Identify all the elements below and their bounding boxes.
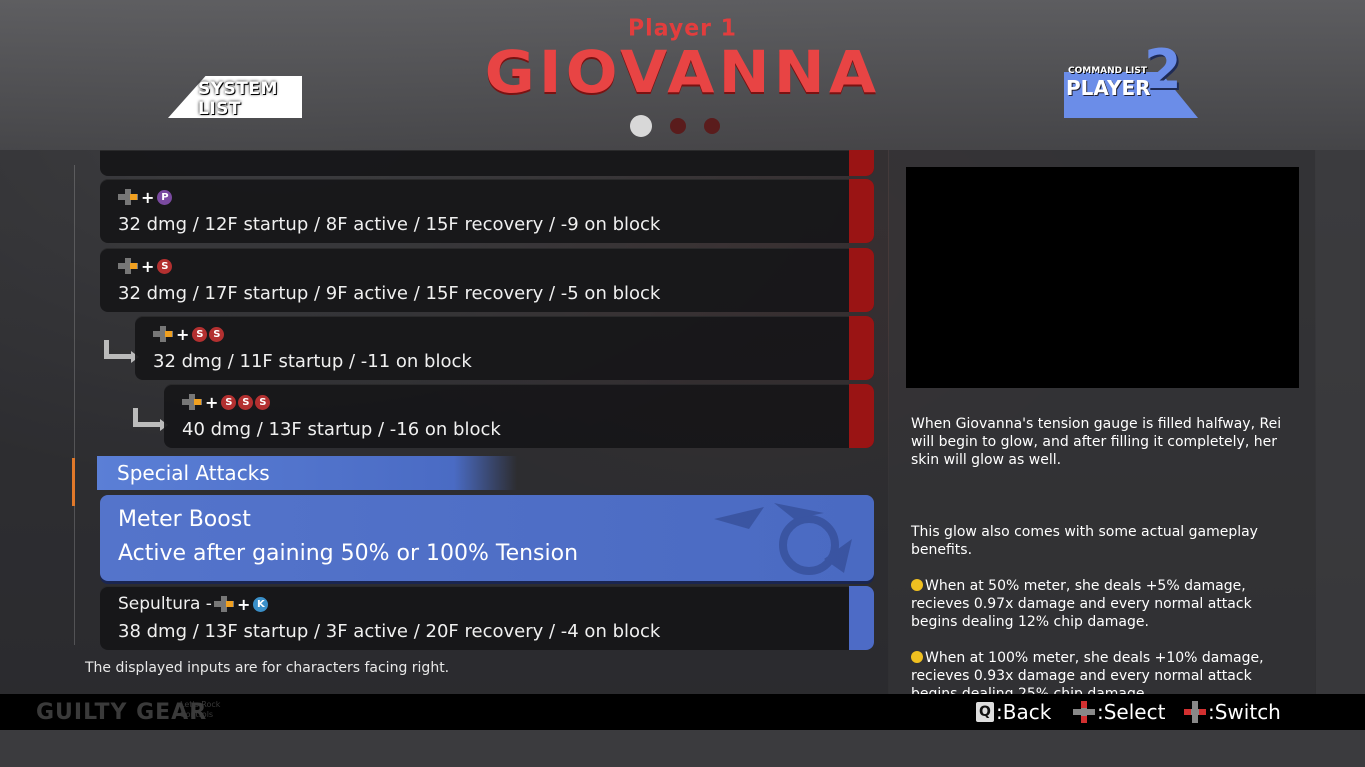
description-bullet-1: When at 50% meter, she deals +5% damage,… bbox=[911, 578, 1252, 630]
slash-button-icon: S bbox=[238, 394, 254, 410]
selected-move-row[interactable]: Meter Boost Active after gaining 50% or … bbox=[100, 495, 874, 581]
dpad-forward-icon bbox=[182, 394, 202, 410]
tension-coin-icon bbox=[911, 651, 923, 663]
row-bar bbox=[849, 248, 874, 312]
move-preview-video bbox=[906, 167, 1299, 388]
move-stats: 38 dmg / 13F startup / 3F active / 20F r… bbox=[118, 621, 661, 642]
q-key-icon: Q bbox=[976, 702, 994, 722]
tension-coin-icon bbox=[911, 579, 923, 591]
move-inputs: + S S bbox=[153, 324, 225, 344]
move-stats: 40 dmg / 13F startup / -16 on block bbox=[182, 419, 501, 440]
move-description: When Giovanna's tension gauge is filled … bbox=[911, 397, 1291, 721]
plus-icon: + bbox=[176, 324, 190, 344]
dpad-horizontal-icon bbox=[1184, 701, 1206, 723]
section-marker bbox=[72, 458, 75, 506]
move-row[interactable]: + S 32 dmg / 17F startup / 9F active / 1… bbox=[100, 248, 874, 312]
move-inputs: Sepultura - + K bbox=[118, 594, 269, 614]
facing-note: The displayed inputs are for characters … bbox=[85, 660, 450, 676]
move-stats: 32 dmg / 11F startup / -11 on block bbox=[153, 351, 472, 372]
description-paragraph-2: This glow also comes with some actual ga… bbox=[911, 524, 1258, 558]
move-inputs: + P bbox=[118, 187, 173, 207]
logo-sub-line-1: Let's Rock bbox=[180, 700, 221, 709]
dpad-vertical-icon bbox=[1073, 701, 1095, 723]
move-row[interactable]: + P 32 dmg / 12F startup / 8F active / 1… bbox=[100, 179, 874, 243]
right-edge bbox=[1316, 150, 1365, 694]
slash-button-icon: S bbox=[192, 326, 208, 342]
plus-icon: + bbox=[141, 256, 155, 276]
move-row[interactable]: + S S S 40 dmg / 13F startup / -16 on bl… bbox=[164, 384, 874, 448]
page-dot-3[interactable] bbox=[704, 118, 720, 134]
selected-move-title: Meter Boost bbox=[118, 507, 251, 532]
dpad-forward-icon bbox=[153, 326, 173, 342]
plus-icon: + bbox=[205, 392, 219, 412]
move-row[interactable]: + S S 32 dmg / 11F startup / -11 on bloc… bbox=[135, 316, 874, 380]
kick-button-icon: K bbox=[253, 596, 269, 612]
row-bar bbox=[849, 150, 874, 176]
command-list-player-label: PLAYER bbox=[1066, 76, 1151, 100]
page-indicator bbox=[630, 115, 720, 137]
row-bar bbox=[849, 179, 874, 243]
selected-move-subtitle: Active after gaining 50% or 100% Tension bbox=[118, 541, 579, 566]
system-list-tab[interactable]: SYSTEM LIST bbox=[168, 76, 302, 119]
emblem-icon bbox=[714, 503, 852, 575]
dpad-forward-icon bbox=[118, 189, 138, 205]
move-inputs: + S bbox=[118, 256, 173, 276]
slash-button-icon: S bbox=[221, 394, 237, 410]
dpad-forward-icon bbox=[118, 258, 138, 274]
follow-up-arrow-icon bbox=[133, 408, 168, 431]
punch-button-icon: P bbox=[157, 189, 173, 205]
move-inputs: + S S S bbox=[182, 392, 271, 412]
select-hint[interactable]: :Select bbox=[1073, 700, 1165, 724]
section-header: Special Attacks bbox=[97, 456, 517, 490]
system-list-label: SYSTEM LIST bbox=[198, 79, 278, 119]
move-name: Sepultura - bbox=[118, 594, 212, 614]
list-guide-line bbox=[74, 165, 75, 645]
slash-button-icon: S bbox=[209, 326, 225, 342]
move-stats: 32 dmg / 17F startup / 9F active / 15F r… bbox=[118, 283, 661, 304]
list-item-partial[interactable] bbox=[100, 150, 874, 176]
plus-icon: + bbox=[141, 187, 155, 207]
dpad-quarter-circle-icon bbox=[213, 596, 234, 612]
lower-background bbox=[0, 730, 1365, 767]
section-title: Special Attacks bbox=[117, 461, 270, 485]
follow-up-arrow-icon bbox=[104, 340, 139, 363]
plus-icon: + bbox=[236, 594, 251, 614]
move-stats: 32 dmg / 12F startup / 8F active / 15F r… bbox=[118, 214, 661, 235]
row-bar bbox=[849, 586, 874, 650]
row-bar bbox=[849, 316, 874, 380]
switch-hint[interactable]: :Switch bbox=[1184, 700, 1281, 724]
slash-button-icon: S bbox=[255, 394, 271, 410]
page-dot-1[interactable] bbox=[630, 115, 652, 137]
select-label: :Select bbox=[1097, 700, 1166, 724]
back-label: :Back bbox=[996, 700, 1052, 724]
row-bar bbox=[849, 384, 874, 448]
description-paragraph-1: When Giovanna's tension gauge is filled … bbox=[911, 416, 1282, 468]
command-list-player2-tab[interactable]: 2 COMMAND LIST PLAYER bbox=[1064, 38, 1198, 118]
logo-subtitle: Let's Rock Controls bbox=[180, 700, 220, 720]
command-list-small-label: COMMAND LIST bbox=[1068, 66, 1147, 76]
page-dot-2[interactable] bbox=[670, 118, 686, 134]
switch-label: :Switch bbox=[1208, 700, 1281, 724]
logo-sub-line-2: Controls bbox=[180, 710, 214, 719]
move-row[interactable]: Sepultura - + K 38 dmg / 13F startup / 3… bbox=[100, 586, 874, 650]
back-hint[interactable]: Q :Back bbox=[976, 700, 1051, 724]
slash-button-icon: S bbox=[157, 258, 173, 274]
